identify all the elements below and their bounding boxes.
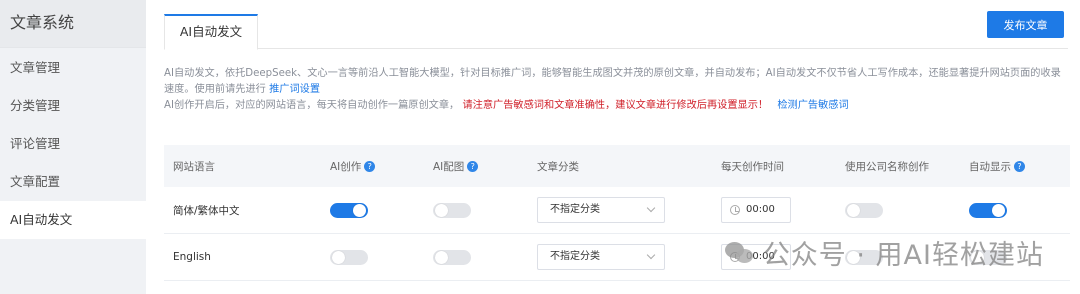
watermark: 公众号 · 用AI轻松建站 bbox=[724, 233, 1044, 272]
toggle-knob bbox=[992, 203, 1005, 217]
sidebar-item-article-management[interactable]: 文章管理 bbox=[0, 49, 146, 87]
sidebar-item-ai-auto-publish[interactable]: AI自动发文 bbox=[0, 201, 146, 239]
sensitive-word-warning: 请注意广告敏感词和文章准确性，建议文章进行修改后再设置显示！ bbox=[462, 100, 769, 111]
category-select-value: 不指定分类 bbox=[550, 251, 600, 262]
daily-time-picker[interactable]: 00:00 bbox=[721, 197, 791, 223]
company-name-toggle[interactable] bbox=[845, 202, 883, 218]
toggle-knob bbox=[353, 203, 366, 217]
auto-show-toggle[interactable] bbox=[969, 202, 1007, 218]
sidebar-item-category-management[interactable]: 分类管理 bbox=[0, 87, 146, 125]
header-ai-create-label: AI创作 bbox=[330, 160, 362, 173]
description-line-3: AI创作开启后，对应的网站语言，每天将自动创作一篇原创文章， 请注意广告敏感词和… bbox=[164, 98, 1064, 114]
header-ai-image: AI配图 ? bbox=[433, 145, 479, 187]
header-category: 文章分类 bbox=[537, 160, 579, 173]
keyword-settings-link[interactable]: 推广词设置 bbox=[269, 84, 320, 95]
help-icon[interactable]: ? bbox=[1014, 160, 1025, 172]
chevron-down-icon bbox=[646, 203, 656, 213]
toggle-knob bbox=[332, 250, 345, 264]
daily-time-value: 00:00 bbox=[746, 204, 775, 215]
sidebar-title: 文章系统 bbox=[0, 0, 146, 48]
clock-icon bbox=[730, 205, 740, 215]
publish-article-button[interactable]: 发布文章 bbox=[987, 11, 1064, 38]
table-row: 简体/繁体中文 不指定分类 00:00 bbox=[164, 187, 1070, 234]
description-line-3-text: AI创作开启后，对应的网站语言，每天将自动创作一篇原创文章， bbox=[164, 100, 460, 111]
row-language: 简体/繁体中文 bbox=[173, 204, 240, 217]
detect-ad-sensitive-words-link[interactable]: 检测广告敏感词 bbox=[777, 100, 848, 111]
app-window: 文章系统 文章管理 分类管理 评论管理 文章配置 AI自动发文 AI自动发文 发… bbox=[0, 0, 1080, 294]
header-auto-show-label: 自动显示 bbox=[969, 160, 1011, 173]
ai-image-toggle[interactable] bbox=[433, 202, 471, 218]
ai-create-toggle[interactable] bbox=[330, 249, 368, 265]
ai-image-toggle[interactable] bbox=[433, 249, 471, 265]
header-ai-image-label: AI配图 bbox=[433, 160, 465, 173]
ai-create-toggle[interactable] bbox=[330, 202, 368, 218]
row-language: English bbox=[173, 251, 211, 263]
table-header: 网站语言 AI创作 ? AI配图 ? 文章分类 每天创作时间 使用公司名称创作 … bbox=[164, 145, 1070, 187]
wechat-icon bbox=[724, 240, 755, 266]
help-icon[interactable]: ? bbox=[467, 160, 479, 172]
tab-bar: AI自动发文 bbox=[164, 14, 1068, 50]
category-select[interactable]: 不指定分类 bbox=[537, 244, 665, 270]
toggle-knob bbox=[435, 250, 448, 264]
header-company-name: 使用公司名称创作 bbox=[845, 160, 929, 173]
feature-description: AI自动发文，依托DeepSeek、文心一言等前沿人工智能大模型，针对目标推广词… bbox=[164, 66, 1064, 114]
tab-ai-auto-publish[interactable]: AI自动发文 bbox=[164, 14, 258, 50]
description-line-2-text: 速度。使用前请先进行 bbox=[164, 84, 266, 95]
category-select[interactable]: 不指定分类 bbox=[537, 197, 665, 223]
watermark-text: 公众号 · 用AI轻松建站 bbox=[762, 240, 1044, 271]
chevron-down-icon bbox=[646, 250, 656, 260]
sidebar-item-comment-management[interactable]: 评论管理 bbox=[0, 125, 146, 163]
header-language: 网站语言 bbox=[173, 160, 215, 173]
header-ai-create: AI创作 ? bbox=[330, 145, 376, 187]
category-select-value: 不指定分类 bbox=[550, 204, 600, 215]
toggle-knob bbox=[435, 203, 448, 217]
header-daily-time: 每天创作时间 bbox=[721, 160, 784, 173]
description-line-2: 速度。使用前请先进行 推广词设置 bbox=[164, 82, 1064, 98]
help-icon[interactable]: ? bbox=[364, 160, 376, 172]
header-auto-show: 自动显示 ? bbox=[969, 145, 1025, 187]
description-line-1: AI自动发文，依托DeepSeek、文心一言等前沿人工智能大模型，针对目标推广词… bbox=[164, 68, 1061, 79]
sidebar: 文章系统 文章管理 分类管理 评论管理 文章配置 AI自动发文 bbox=[0, 0, 146, 294]
sidebar-item-article-config[interactable]: 文章配置 bbox=[0, 163, 146, 201]
toggle-knob bbox=[847, 203, 860, 217]
